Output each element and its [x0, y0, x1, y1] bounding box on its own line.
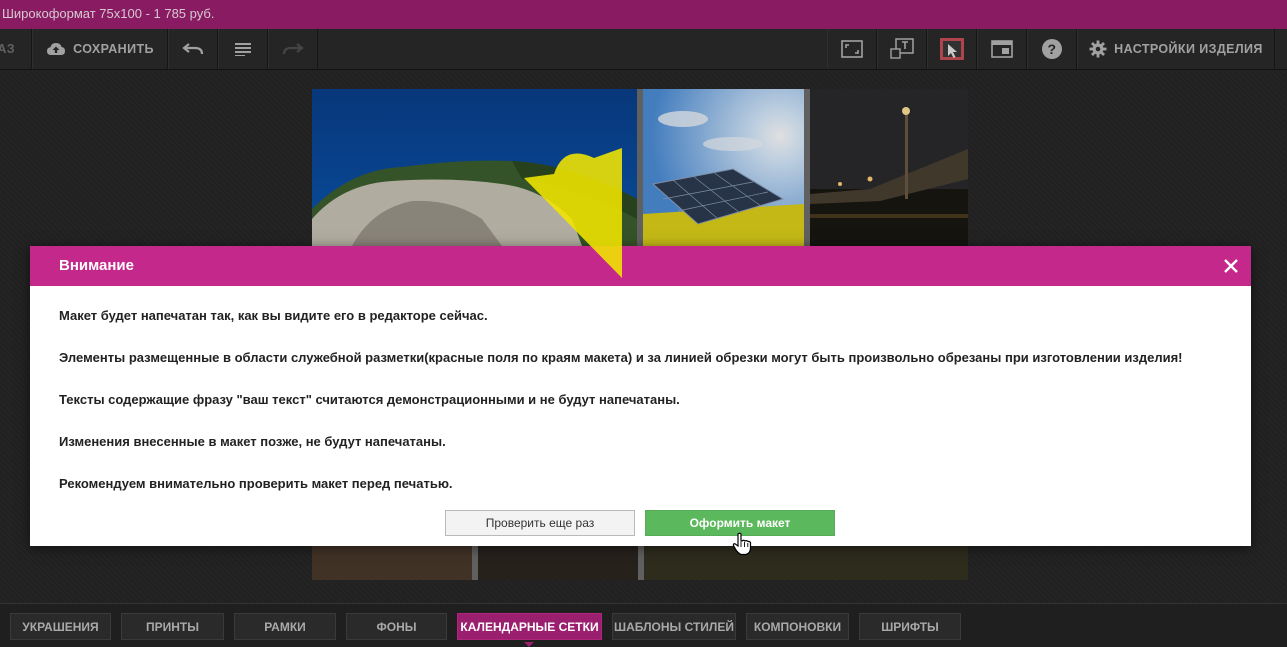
dialog-line-trim-warning: Элементы размещенные в области служебной… [59, 350, 1183, 365]
tab-frames[interactable]: РАМКИ [234, 613, 336, 640]
dialog-title: Внимание [59, 257, 134, 274]
dialog-body: Макет будет напечатан так, как вы видите… [59, 308, 1239, 518]
dialog-header: Внимание [30, 246, 1251, 286]
dialog-line-demo-text: Тексты содержащие фразу "ваш текст" счит… [59, 392, 680, 407]
tab-calendar-grids[interactable]: КАЛЕНДАРНЫЕ СЕТКИ [457, 613, 602, 640]
tab-style-templates[interactable]: ШАБЛОНЫ СТИЛЕЙ [612, 613, 736, 640]
active-tab-pointer [524, 642, 534, 647]
tab-layouts[interactable]: КОМПОНОВКИ [746, 613, 849, 640]
bottom-tab-bar: УКРАШЕНИЯ ПРИНТЫ РАМКИ ФОНЫ КАЛЕНДАРНЫЕ … [0, 603, 1287, 647]
hint-arrow-icon [524, 148, 624, 287]
dialog-line-later-changes: Изменения внесенные в макет позже, не бу… [59, 434, 446, 449]
dialog-line-print-as-seen: Макет будет напечатан так, как вы видите… [59, 308, 488, 323]
tab-backgrounds[interactable]: ФОНЫ [346, 613, 447, 640]
close-icon[interactable] [1221, 256, 1241, 276]
hand-cursor-icon [732, 532, 752, 561]
check-again-button[interactable]: Проверить еще раз [445, 510, 635, 536]
tab-prints[interactable]: ПРИНТЫ [121, 613, 224, 640]
tab-fonts[interactable]: ШРИФТЫ [859, 613, 961, 640]
dialog-line-recommendation: Рекомендуем внимательно проверить макет … [59, 476, 453, 491]
tab-decorations[interactable]: УКРАШЕНИЯ [10, 613, 111, 640]
attention-dialog: Внимание Макет будет напечатан так, как … [30, 246, 1251, 546]
